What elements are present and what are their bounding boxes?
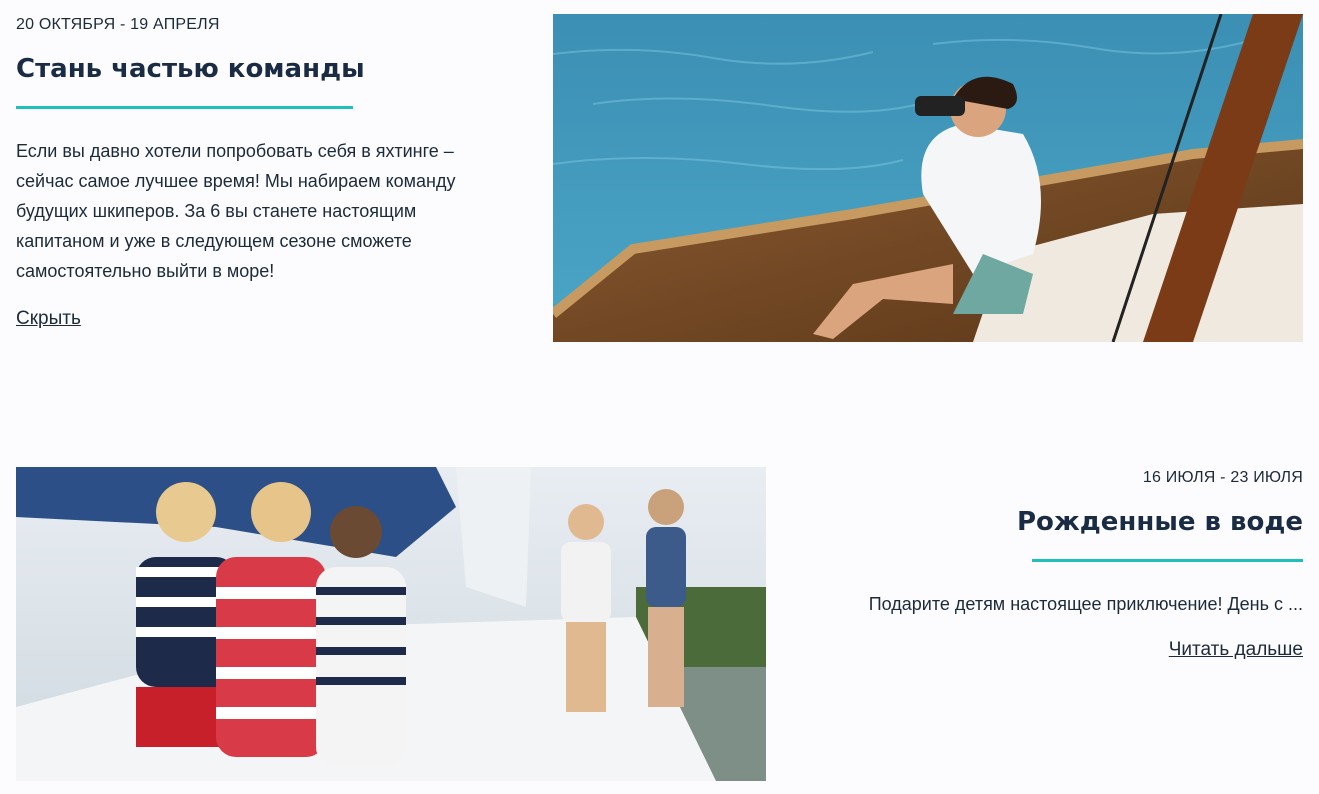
- read-more-link[interactable]: Читать дальше: [1169, 639, 1303, 661]
- event-description: Если вы давно хотели попробовать себя в …: [16, 136, 536, 286]
- description-line: будущих шкиперов. За 6 вы станете настоя…: [16, 201, 417, 221]
- event-title: Рожденные в воде: [1017, 507, 1303, 537]
- description-line: капитаном и уже в следующем сезоне сможе…: [16, 231, 412, 251]
- yacht-binoculars-photo: [553, 14, 1303, 342]
- title-underline: [16, 106, 353, 109]
- event-date: 16 ИЮЛЯ - 23 ИЮЛЯ: [1142, 469, 1303, 486]
- event-card-2: 16 ИЮЛЯ - 23 ИЮЛЯ Рожденные в воде Подар…: [780, 467, 1303, 687]
- description-line: сейчас самое лучшее время! Мы набираем к…: [16, 171, 456, 191]
- event-date: 20 ОКТЯБРЯ - 19 АПРЕЛЯ: [16, 16, 220, 33]
- hide-link[interactable]: Скрыть: [16, 308, 81, 330]
- event-title: Стань частью команды: [16, 54, 365, 84]
- description-line: самостоятельно выйти в море!: [16, 261, 275, 281]
- event-description: Подарите детям настоящее приключение! Де…: [868, 594, 1303, 614]
- title-underline: [1032, 559, 1303, 562]
- description-line: Если вы давно хотели попробовать себя в …: [16, 141, 454, 161]
- kids-on-yacht-photo: [16, 467, 766, 781]
